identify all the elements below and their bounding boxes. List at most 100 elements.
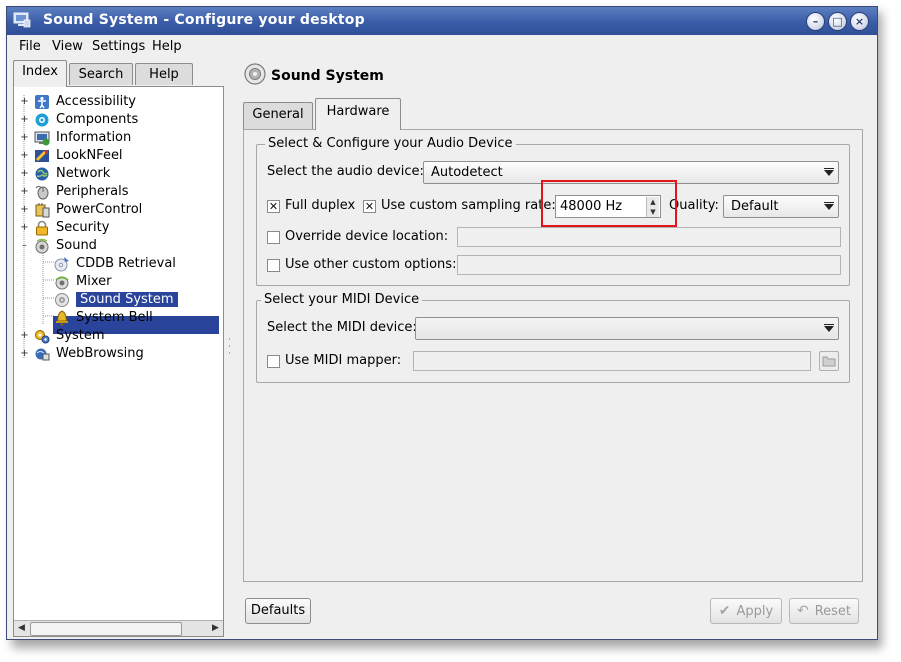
menu-view[interactable]: View (52, 39, 83, 54)
hardware-tab-panel: Select & Configure your Audio Device Sel… (243, 129, 863, 582)
full-duplex-checkbox[interactable]: ✕ (267, 200, 280, 213)
reset-button[interactable]: ↶ Reset (789, 598, 859, 624)
expand-icon[interactable]: + (20, 187, 29, 197)
tree-item-components[interactable]: + Components (14, 111, 219, 129)
accessibility-icon (35, 95, 49, 109)
tab-help[interactable]: Help (135, 63, 193, 85)
expand-icon[interactable]: + (20, 205, 29, 215)
mouse-icon (35, 186, 49, 200)
tree-item-powercontrol[interactable]: + PowerControl (14, 201, 219, 219)
tree-item-cddb-retrieval[interactable]: CDDB Retrieval (14, 255, 219, 273)
expand-icon[interactable]: + (20, 223, 29, 233)
title-bar[interactable]: Sound System - Configure your desktop – … (7, 7, 877, 35)
override-location-checkbox[interactable] (267, 231, 280, 244)
undo-icon: ↶ (796, 603, 809, 619)
maximize-button[interactable]: □ (828, 12, 847, 31)
window-title: Sound System - Configure your desktop (43, 12, 365, 28)
chevron-down-icon (824, 326, 834, 332)
tree-item-security[interactable]: + Security (14, 219, 219, 237)
module-tree[interactable]: + Accessibility + Components + Informati… (13, 86, 224, 637)
scrollbar-thumb[interactable] (30, 622, 182, 636)
tree-item-sound[interactable]: – Sound (14, 237, 219, 255)
midi-group-title: Select your MIDI Device (261, 292, 423, 307)
scroll-left-icon[interactable]: ◀ (14, 621, 29, 636)
expand-icon[interactable]: + (20, 169, 29, 179)
tree-item-mixer[interactable]: Mixer (14, 273, 219, 291)
components-icon (35, 113, 49, 127)
menu-bar: File View Settings Help (7, 35, 877, 59)
apply-button[interactable]: ✔ Apply (710, 598, 782, 624)
midi-device-group: Select your MIDI Device Select the MIDI … (256, 292, 850, 383)
midi-mapper-checkbox[interactable] (267, 355, 280, 368)
custom-options-field[interactable] (457, 255, 841, 275)
dropdown-bar-icon (824, 202, 834, 203)
expand-icon[interactable]: + (20, 115, 29, 125)
custom-rate-checkbox[interactable]: ✕ (363, 200, 376, 213)
sound-speaker-icon (35, 238, 49, 254)
menu-help[interactable]: Help (152, 39, 182, 54)
chevron-down-icon (824, 170, 834, 176)
tab-index[interactable]: Index (13, 60, 67, 87)
monitor-icon (13, 12, 31, 28)
cddb-icon (54, 257, 69, 272)
looknfeel-icon (35, 150, 49, 162)
expand-icon[interactable]: + (20, 151, 29, 161)
defaults-button[interactable]: Defaults (245, 598, 311, 624)
page-title: Sound System (271, 68, 384, 84)
quality-combo[interactable]: Default (723, 195, 839, 218)
information-icon (34, 131, 50, 146)
maximize-icon: □ (832, 15, 843, 28)
collapse-icon[interactable]: – (20, 241, 29, 251)
device-location-field[interactable] (457, 227, 841, 247)
tree-item-information[interactable]: + Information (14, 129, 219, 147)
dropdown-bar-icon (824, 324, 834, 325)
custom-rate-label: Use custom sampling rate: (381, 198, 556, 213)
tree-item-network[interactable]: + Network (14, 165, 219, 183)
midi-mapper-field[interactable] (413, 351, 811, 371)
close-icon: × (854, 15, 865, 28)
custom-options-checkbox[interactable] (267, 259, 280, 272)
network-globe-icon (35, 167, 49, 181)
full-duplex-label: Full duplex (285, 198, 356, 213)
checkmark-icon: ✔ (718, 603, 731, 619)
override-location-label: Override device location: (285, 229, 449, 244)
chevron-down-icon (824, 204, 834, 210)
audio-group-title: Select & Configure your Audio Device (265, 136, 516, 151)
midi-device-label: Select the MIDI device: (267, 320, 417, 335)
expand-icon[interactable]: + (20, 349, 29, 359)
scroll-right-icon[interactable]: ▶ (208, 621, 223, 636)
bell-icon (56, 310, 68, 326)
navigation-pane: Index Search Help + Accessibility + Comp… (13, 60, 224, 637)
tree-item-webbrowsing[interactable]: + WebBrowsing (14, 345, 219, 363)
pane-splitter-handle[interactable]: · · · (228, 336, 232, 359)
sound-system-icon (55, 293, 69, 307)
padlock-icon (36, 220, 48, 236)
webbrowsing-icon (35, 348, 50, 361)
tree-item-sound-system[interactable]: Sound System (14, 291, 219, 309)
module-pane: Sound System General Hardware Select & C… (243, 60, 867, 637)
dropdown-bar-icon (824, 168, 834, 169)
system-gears-icon (35, 330, 50, 344)
tree-item-peripherals[interactable]: + Peripherals (14, 183, 219, 201)
tree-horizontal-scrollbar[interactable]: ◀ ▶ (14, 620, 223, 636)
custom-options-label: Use other custom options: (285, 257, 457, 272)
midi-device-combo[interactable] (415, 317, 839, 340)
minimize-icon: – (812, 15, 819, 28)
expand-icon[interactable]: + (20, 331, 29, 341)
expand-icon[interactable]: + (20, 133, 29, 143)
tree-item-accessibility[interactable]: + Accessibility (14, 93, 219, 111)
power-control-icon (35, 203, 50, 218)
tab-hardware[interactable]: Hardware (315, 98, 401, 130)
minimize-button[interactable]: – (806, 12, 825, 31)
tree-item-looknfeel[interactable]: + LookNFeel (14, 147, 219, 165)
control-center-window: Sound System - Configure your desktop – … (6, 6, 878, 640)
tree-item-system[interactable]: + System (14, 327, 219, 345)
expand-icon[interactable]: + (20, 97, 29, 107)
menu-settings[interactable]: Settings (92, 39, 145, 54)
close-button[interactable]: × (850, 12, 869, 31)
open-file-button[interactable] (819, 351, 839, 371)
tab-search[interactable]: Search (69, 63, 133, 85)
tab-general[interactable]: General (243, 102, 313, 129)
tree-item-system-bell[interactable]: System Bell (14, 309, 219, 327)
menu-file[interactable]: File (19, 39, 41, 54)
